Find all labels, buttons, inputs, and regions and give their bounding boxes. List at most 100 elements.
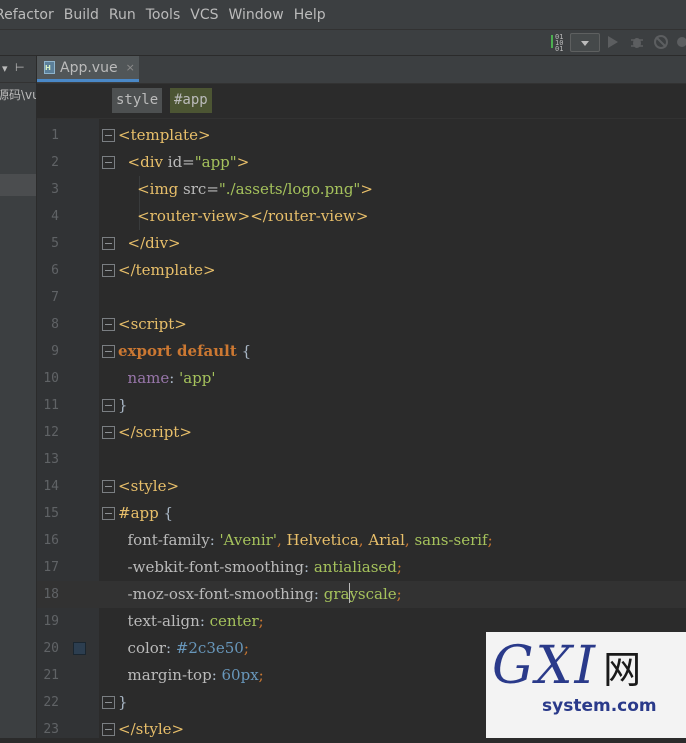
fold-icon[interactable] xyxy=(102,318,115,331)
line-number: 21 xyxy=(43,668,59,683)
code-line: 1 <template> xyxy=(37,122,686,149)
code-line: 19 text-align: center; xyxy=(37,608,686,635)
tab-app-vue[interactable]: App.vue × xyxy=(37,56,139,82)
code-line: 7 xyxy=(37,284,686,311)
code-text: #app { xyxy=(118,504,174,522)
code-text: -webkit-font-smoothing: antialiased; xyxy=(127,558,402,576)
line-number: 15 xyxy=(43,506,59,521)
line-number: 18 xyxy=(43,587,59,602)
code-text: <img src="./assets/logo.png"> xyxy=(137,180,373,198)
code-text: } xyxy=(118,693,128,711)
code-line: 5 </div> xyxy=(37,230,686,257)
close-icon[interactable]: × xyxy=(126,61,135,74)
text-caret xyxy=(349,583,351,603)
line-number: 9 xyxy=(51,344,59,359)
tab-label: App.vue xyxy=(60,59,118,76)
code-text: <style> xyxy=(118,477,180,495)
binary-icon[interactable]: 01 10 01 xyxy=(551,33,569,53)
line-number: 16 xyxy=(43,533,59,548)
line-number: 20 xyxy=(43,641,59,656)
line-number: 10 xyxy=(43,371,59,386)
fold-icon[interactable] xyxy=(102,264,115,277)
line-number: 14 xyxy=(43,479,59,494)
line-number: 8 xyxy=(51,317,59,332)
fold-icon[interactable] xyxy=(102,399,115,412)
fold-icon[interactable] xyxy=(102,156,115,169)
line-number: 6 xyxy=(51,263,59,278)
code-text: </style> xyxy=(118,720,185,738)
code-line: 9 export default { xyxy=(37,338,686,365)
line-number: 23 xyxy=(43,722,59,737)
code-text: <template> xyxy=(118,126,211,144)
code-text: </template> xyxy=(118,261,216,279)
code-line: 10 name: 'app' xyxy=(37,365,686,392)
selected-tree-item[interactable] xyxy=(0,174,36,196)
line-number: 4 xyxy=(51,209,59,224)
code-line: 11 } xyxy=(37,392,686,419)
line-number: 7 xyxy=(51,290,59,305)
profile-icon[interactable] xyxy=(676,34,686,54)
code-line: 3 <img src="./assets/logo.png"> xyxy=(37,176,686,203)
fold-icon[interactable] xyxy=(102,507,115,520)
fold-icon[interactable] xyxy=(102,480,115,493)
menu-help[interactable]: Help xyxy=(289,7,331,23)
code-text: export default { xyxy=(118,342,252,360)
toolbar: 01 10 01 xyxy=(0,30,686,56)
menu-build[interactable]: Build xyxy=(59,7,104,23)
project-path[interactable]: 源码\vu xyxy=(0,86,36,104)
code-text: text-align: center; xyxy=(127,612,264,630)
menu-refactor[interactable]: Refactor xyxy=(0,7,59,23)
menu-vcs[interactable]: VCS xyxy=(185,7,223,23)
code-text: name: 'app' xyxy=(127,369,216,387)
breadcrumb-app[interactable]: #app xyxy=(170,88,212,113)
code-line: 8 <script> xyxy=(37,311,686,338)
fold-icon[interactable] xyxy=(102,237,115,250)
line-number: 19 xyxy=(43,614,59,629)
fold-icon[interactable] xyxy=(102,426,115,439)
code-text: margin-top: 60px; xyxy=(127,666,264,684)
run-config-dropdown[interactable] xyxy=(570,33,600,52)
menu-run[interactable]: Run xyxy=(104,7,141,23)
menu-tools[interactable]: Tools xyxy=(141,7,186,23)
fold-icon[interactable] xyxy=(102,345,115,358)
line-number: 5 xyxy=(51,236,59,251)
line-number: 12 xyxy=(43,425,59,440)
code-line: 16 font-family: 'Avenir', Helvetica, Ari… xyxy=(37,527,686,554)
chevron-down-icon[interactable]: ▾ xyxy=(2,62,8,75)
code-line: 13 xyxy=(37,446,686,473)
code-line: 15 #app { xyxy=(37,500,686,527)
collapse-all-icon[interactable]: ⊢ xyxy=(15,61,25,74)
fold-icon[interactable] xyxy=(102,696,115,709)
coverage-icon[interactable] xyxy=(653,34,669,54)
line-number: 11 xyxy=(43,398,59,413)
fold-icon[interactable] xyxy=(102,723,115,736)
code-text: </div> xyxy=(127,234,181,252)
code-line: 12 </script> xyxy=(37,419,686,446)
code-text: } xyxy=(118,396,128,414)
code-text: </script> xyxy=(118,423,192,441)
fold-icon[interactable] xyxy=(102,129,115,142)
code-line-current: 18 -moz-osx-font-smoothing: grayscale; xyxy=(37,581,686,608)
breadcrumb-style[interactable]: style xyxy=(112,88,163,113)
binary-icon-label: 01 10 01 xyxy=(555,33,564,53)
vue-file-icon xyxy=(44,61,55,74)
color-swatch-icon[interactable] xyxy=(73,642,86,655)
watermark-logo-text: GXI 网 xyxy=(492,636,644,696)
code-text: <router-view></router-view> xyxy=(137,207,369,225)
menu-window[interactable]: Window xyxy=(224,7,289,23)
line-number: 3 xyxy=(51,182,59,197)
breadcrumb: style #app xyxy=(37,84,686,119)
code-line: 17 -webkit-font-smoothing: antialiased; xyxy=(37,554,686,581)
run-icon[interactable] xyxy=(606,34,620,54)
line-number: 17 xyxy=(43,560,59,575)
watermark-logo: GXI 网 system.com xyxy=(486,632,686,738)
debug-icon[interactable] xyxy=(629,34,645,54)
editor-tab-bar: App.vue × xyxy=(37,56,686,84)
watermark-domain: system.com xyxy=(542,696,657,716)
code-line: 14 <style> xyxy=(37,473,686,500)
code-text: <script> xyxy=(118,315,187,333)
code-text: -moz-osx-font-smoothing: grayscale; xyxy=(127,583,402,603)
line-number: 13 xyxy=(43,452,59,467)
code-line: 6 </template> xyxy=(37,257,686,284)
line-number: 22 xyxy=(43,695,59,710)
